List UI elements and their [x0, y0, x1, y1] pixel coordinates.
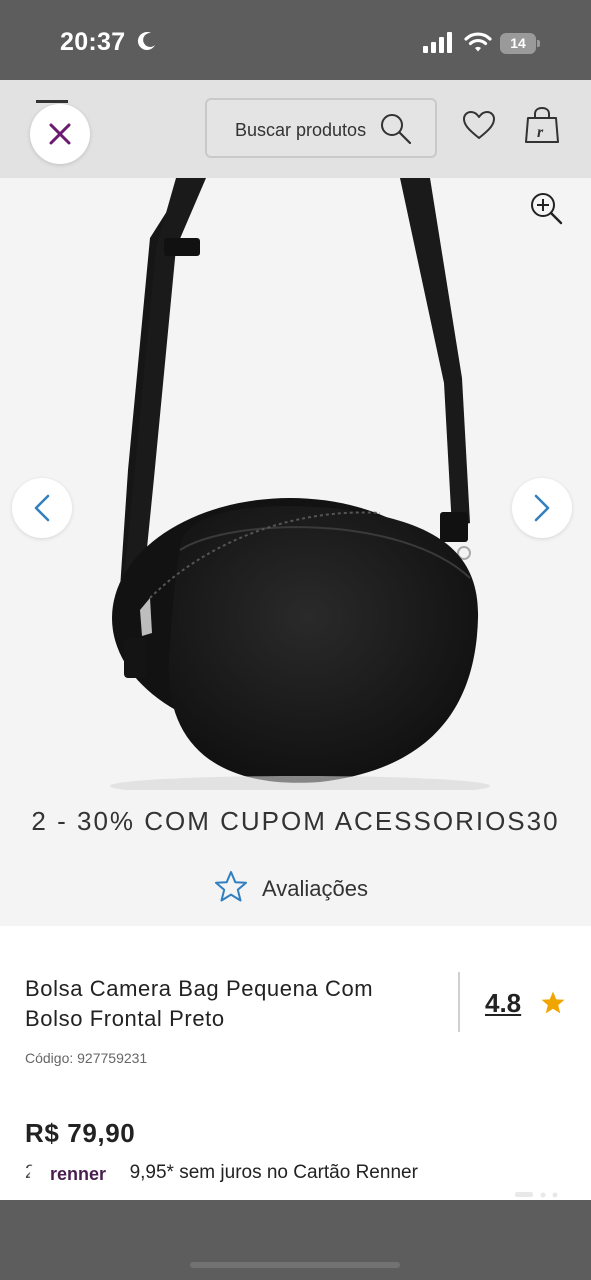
site-header: Buscar produtos r	[0, 80, 591, 178]
phone-screen: 20:37 14 Buscar produtos r 2 - 30% COM C…	[0, 0, 591, 1280]
battery-icon: 14	[500, 33, 540, 54]
product-photo	[110, 178, 490, 790]
product-details: Bolsa Camera Bag Pequena Com Bolso Front…	[0, 926, 591, 1200]
search-input[interactable]: Buscar produtos	[205, 98, 437, 158]
installments-suffix: 9,95* sem juros no Cartão Renner	[129, 1162, 418, 1183]
heart-icon[interactable]	[462, 110, 496, 140]
svg-text:r: r	[537, 124, 544, 141]
zoom-in-icon[interactable]	[528, 190, 564, 226]
status-bar: 20:37 14	[0, 0, 591, 80]
home-indicator[interactable]	[190, 1262, 400, 1268]
brand-label: renner	[49, 1164, 107, 1184]
star-outline-icon	[215, 871, 247, 902]
promo-banner: 2 - 30% COM CUPOM ACESSORIOS30	[31, 806, 560, 836]
carousel-dots	[515, 1192, 558, 1198]
close-button[interactable]	[30, 104, 90, 164]
close-icon	[49, 123, 71, 145]
divider	[458, 972, 460, 1032]
moon-icon	[137, 32, 155, 51]
chevron-left-icon	[34, 494, 50, 522]
battery-tip	[537, 40, 540, 47]
status-time: 20:37	[60, 28, 126, 56]
shopping-bag-icon[interactable]: r	[524, 106, 560, 144]
next-image-button[interactable]	[512, 478, 572, 538]
reviews-label: Avaliações	[262, 876, 368, 901]
product-title: Bolsa Camera Bag Pequena Com Bolso Front…	[25, 976, 374, 1031]
battery-level: 14	[510, 35, 526, 51]
search-placeholder: Buscar produtos	[235, 120, 367, 140]
rating-value[interactable]: 4.8	[485, 988, 521, 1019]
chevron-right-icon	[534, 494, 550, 522]
wifi-icon	[464, 32, 492, 52]
promo-section: 2 - 30% COM CUPOM ACESSORIOS30 Avaliaçõe…	[0, 790, 591, 926]
search-icon[interactable]	[379, 112, 413, 146]
brand-chat-button[interactable]: renner	[30, 1152, 126, 1198]
product-gallery[interactable]	[0, 178, 591, 790]
product-price: R$ 79,90	[25, 1118, 136, 1148]
previous-image-button[interactable]	[12, 478, 72, 538]
signal-icon	[423, 32, 452, 53]
star-filled-icon	[541, 991, 565, 1014]
product-code: Código: 927759231	[25, 1050, 148, 1066]
bottom-bar	[0, 1200, 591, 1280]
